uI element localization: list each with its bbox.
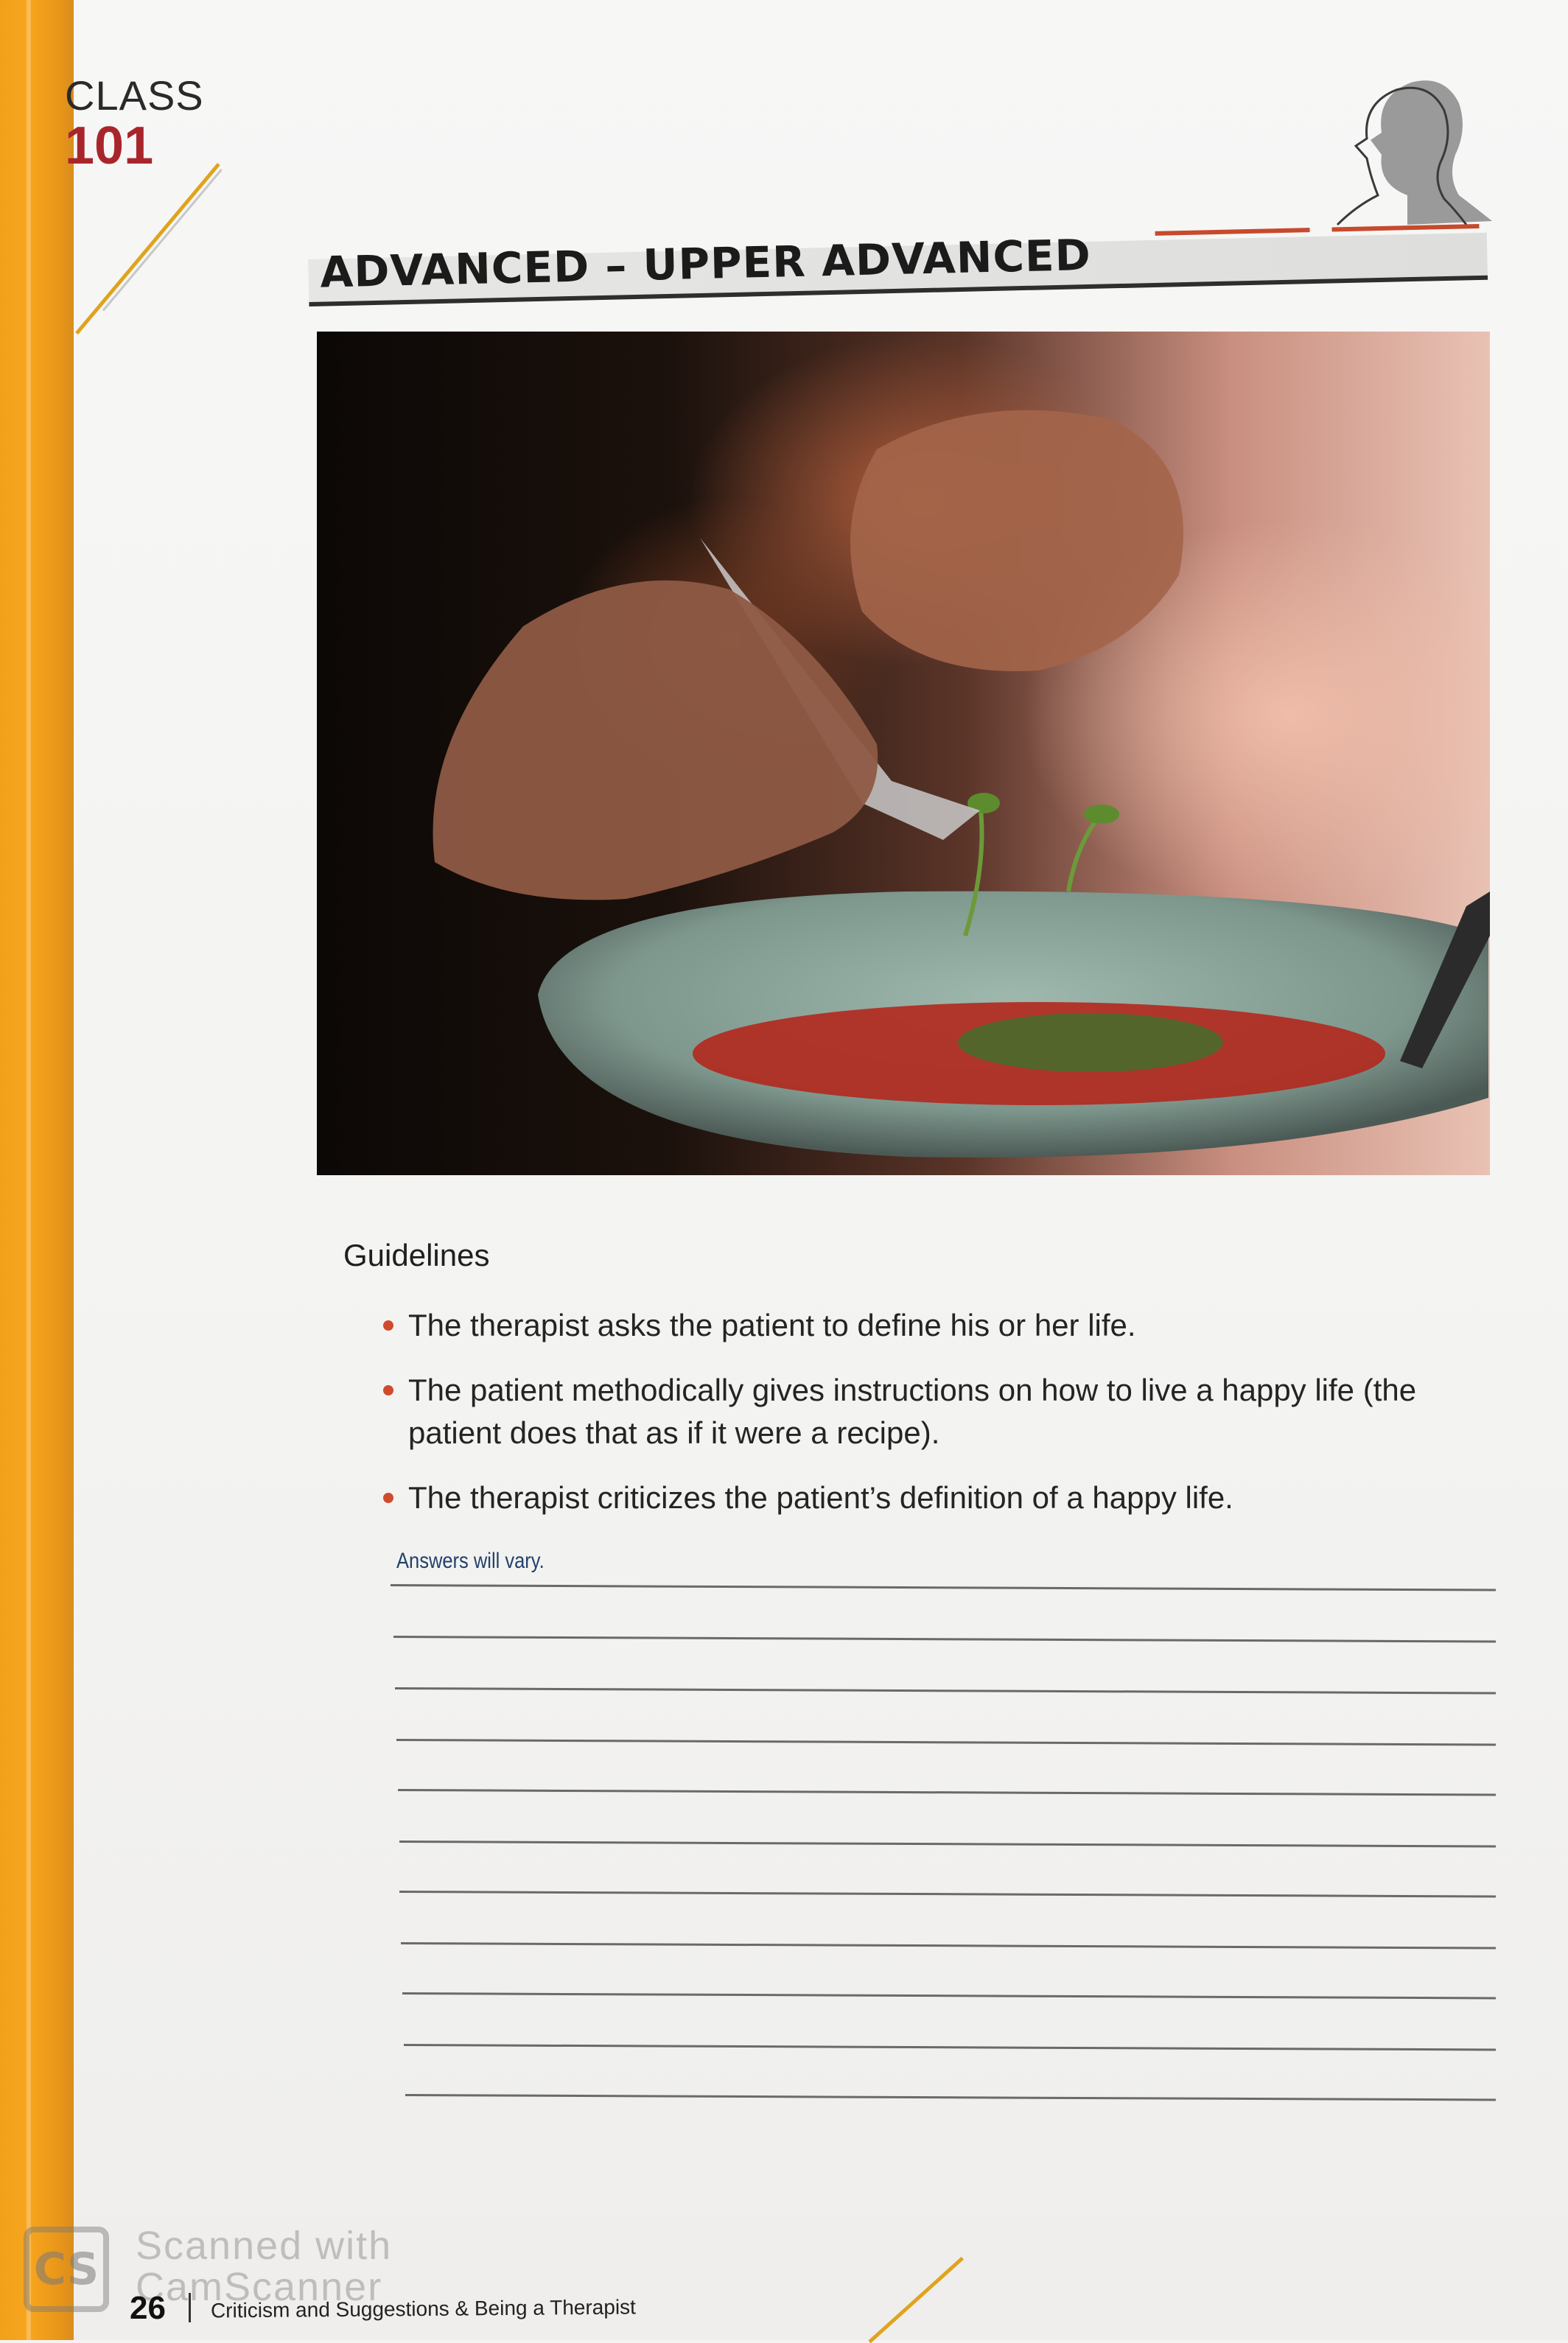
page-edge bbox=[0, 0, 74, 2340]
list-item: The patient methodically gives instructi… bbox=[383, 1369, 1459, 1454]
photo-scene bbox=[433, 410, 1490, 1158]
guidelines-list: The therapist asks the patient to define… bbox=[383, 1304, 1459, 1541]
banner-accent bbox=[1331, 223, 1480, 232]
leaf bbox=[1084, 805, 1119, 824]
list-item-text: The therapist criticizes the patient’s d… bbox=[408, 1480, 1233, 1515]
sprout bbox=[1066, 816, 1100, 892]
class-number: 101 bbox=[65, 116, 154, 175]
page-number: 26 bbox=[130, 2290, 166, 2326]
list-item: The therapist criticizes the patient’s d… bbox=[383, 1477, 1459, 1519]
camscanner-watermark: Scanned with CamScanner bbox=[136, 2225, 392, 2308]
class-badge: CLASS 101 bbox=[65, 72, 204, 175]
list-item-text: The patient methodically gives instructi… bbox=[408, 1373, 1417, 1450]
bullet-dot-icon bbox=[383, 1320, 393, 1331]
camscanner-logo: CS bbox=[24, 2227, 109, 2312]
footer-separator bbox=[189, 2293, 191, 2322]
answer-note: Answers will vary. bbox=[396, 1549, 545, 1573]
chef-plating-photo bbox=[317, 332, 1490, 1175]
list-item-text: The therapist asks the patient to define… bbox=[408, 1308, 1136, 1342]
hand bbox=[433, 580, 878, 900]
list-item: The therapist asks the patient to define… bbox=[383, 1304, 1459, 1347]
bullet-dot-icon bbox=[383, 1385, 393, 1395]
guidelines-title: Guidelines bbox=[343, 1238, 490, 1272]
class-label: CLASS bbox=[65, 72, 204, 119]
banner-accent bbox=[1155, 228, 1310, 236]
chef-face bbox=[850, 410, 1183, 671]
bullet-dot-icon bbox=[383, 1493, 393, 1503]
watermark-line-1: Scanned with bbox=[136, 2224, 393, 2268]
chapter-title: Criticism and Suggestions & Being a Ther… bbox=[210, 2295, 637, 2322]
herbs bbox=[958, 1013, 1223, 1072]
